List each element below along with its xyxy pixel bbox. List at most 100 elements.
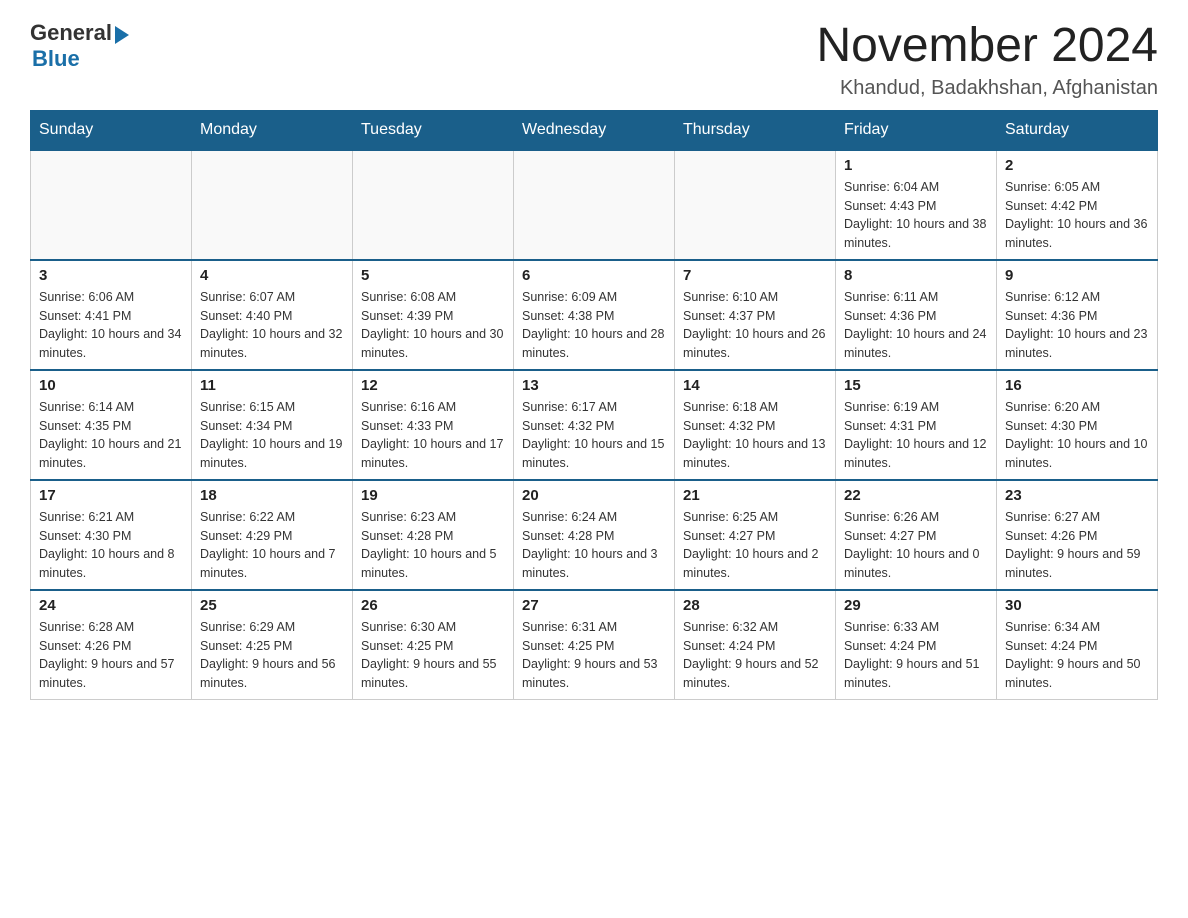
calendar-cell: 5Sunrise: 6:08 AM Sunset: 4:39 PM Daylig… (353, 260, 514, 370)
day-sun-info: Sunrise: 6:24 AM Sunset: 4:28 PM Dayligh… (522, 508, 666, 583)
calendar-cell: 22Sunrise: 6:26 AM Sunset: 4:27 PM Dayli… (836, 480, 997, 590)
day-number: 21 (683, 487, 827, 504)
logo: General Blue (30, 20, 129, 72)
calendar-cell (675, 150, 836, 260)
page-header: General Blue November 2024 Khandud, Bada… (30, 20, 1158, 100)
column-header-monday: Monday (192, 110, 353, 150)
day-sun-info: Sunrise: 6:34 AM Sunset: 4:24 PM Dayligh… (1005, 618, 1149, 693)
column-header-sunday: Sunday (31, 110, 192, 150)
day-sun-info: Sunrise: 6:23 AM Sunset: 4:28 PM Dayligh… (361, 508, 505, 583)
calendar-cell (514, 150, 675, 260)
day-number: 2 (1005, 157, 1149, 174)
calendar-header-row: SundayMondayTuesdayWednesdayThursdayFrid… (31, 110, 1158, 150)
calendar-cell: 14 Sunrise: 6:18 AM Sunset: 4:32 PM Dayli… (675, 370, 836, 480)
calendar-cell: 24 Sunrise: 6:28 AM Sunset: 4:26 PM Dayli… (31, 590, 192, 700)
calendar-cell: 3 Sunrise: 6:06 AM Sunset: 4:41 PM Daylig… (31, 260, 192, 370)
calendar-cell: 8 Sunrise: 6:11 AM Sunset: 4:36 PM Daylig… (836, 260, 997, 370)
day-sun-info: Sunrise: 6:07 AM Sunset: 4:40 PM Dayligh… (200, 288, 344, 363)
calendar-cell: 30 Sunrise: 6:34 AM Sunset: 4:24 PM Dayli… (997, 590, 1158, 700)
day-sun-info: Sunrise: 6:29 AM Sunset: 4:25 PM Dayligh… (200, 618, 344, 693)
day-sun-info: Sunrise: 6:18 AM Sunset: 4:32 PM Dayligh… (683, 398, 827, 473)
day-sun-info: Sunrise: 6:05 AM Sunset: 4:42 PM Dayligh… (1005, 178, 1149, 253)
day-number: 18 (200, 487, 344, 504)
calendar-cell: 26 Sunrise: 6:30 AM Sunset: 4:25 PM Dayli… (353, 590, 514, 700)
day-number: 28 (683, 597, 827, 614)
day-number: 30 (1005, 597, 1149, 614)
day-number: 29 (844, 597, 988, 614)
day-sun-info: Sunrise: 6:26 AM Sunset: 4:27 PM Dayligh… (844, 508, 988, 583)
calendar-week-row: 17 Sunrise: 6:21 AM Sunset: 4:30 PM Dayli… (31, 480, 1158, 590)
day-sun-info: Sunrise: 6:04 AM Sunset: 4:43 PM Dayligh… (844, 178, 988, 253)
day-number: 25 (200, 597, 344, 614)
day-sun-info: Sunrise: 6:28 AM Sunset: 4:26 PM Dayligh… (39, 618, 183, 693)
day-sun-info: Sunrise: 6:20 AM Sunset: 4:30 PM Dayligh… (1005, 398, 1149, 473)
calendar-cell (353, 150, 514, 260)
day-number: 8 (844, 267, 988, 284)
day-number: 17 (39, 487, 183, 504)
column-header-wednesday: Wednesday (514, 110, 675, 150)
calendar-week-row: 3 Sunrise: 6:06 AM Sunset: 4:41 PM Daylig… (31, 260, 1158, 370)
logo-general-text: General (30, 20, 112, 46)
calendar-cell: 20 Sunrise: 6:24 AM Sunset: 4:28 PM Dayli… (514, 480, 675, 590)
day-sun-info: Sunrise: 6:11 AM Sunset: 4:36 PM Dayligh… (844, 288, 988, 363)
day-number: 27 (522, 597, 666, 614)
calendar-cell: 4 Sunrise: 6:07 AM Sunset: 4:40 PM Daylig… (192, 260, 353, 370)
day-sun-info: Sunrise: 6:08 AM Sunset: 4:39 PM Dayligh… (361, 288, 505, 363)
day-number: 1 (844, 157, 988, 174)
calendar-cell: 27Sunrise: 6:31 AM Sunset: 4:25 PM Dayli… (514, 590, 675, 700)
calendar-title: November 2024 (816, 20, 1158, 73)
calendar-cell: 10 Sunrise: 6:14 AM Sunset: 4:35 PM Dayli… (31, 370, 192, 480)
day-sun-info: Sunrise: 6:16 AM Sunset: 4:33 PM Dayligh… (361, 398, 505, 473)
calendar-week-row: 24 Sunrise: 6:28 AM Sunset: 4:26 PM Dayli… (31, 590, 1158, 700)
day-sun-info: Sunrise: 6:09 AM Sunset: 4:38 PM Dayligh… (522, 288, 666, 363)
day-number: 7 (683, 267, 827, 284)
day-sun-info: Sunrise: 6:22 AM Sunset: 4:29 PM Dayligh… (200, 508, 344, 583)
calendar-cell: 29 Sunrise: 6:33 AM Sunset: 4:24 PM Dayli… (836, 590, 997, 700)
day-number: 3 (39, 267, 183, 284)
day-sun-info: Sunrise: 6:12 AM Sunset: 4:36 PM Dayligh… (1005, 288, 1149, 363)
column-header-saturday: Saturday (997, 110, 1158, 150)
day-number: 9 (1005, 267, 1149, 284)
column-header-friday: Friday (836, 110, 997, 150)
calendar-week-row: 1 Sunrise: 6:04 AM Sunset: 4:43 PM Daylig… (31, 150, 1158, 260)
day-number: 14 (683, 377, 827, 394)
day-sun-info: Sunrise: 6:14 AM Sunset: 4:35 PM Dayligh… (39, 398, 183, 473)
day-sun-info: Sunrise: 6:21 AM Sunset: 4:30 PM Dayligh… (39, 508, 183, 583)
calendar-table: SundayMondayTuesdayWednesdayThursdayFrid… (30, 110, 1158, 700)
day-number: 26 (361, 597, 505, 614)
calendar-cell: 7 Sunrise: 6:10 AM Sunset: 4:37 PM Daylig… (675, 260, 836, 370)
day-number: 4 (200, 267, 344, 284)
day-number: 13 (522, 377, 666, 394)
calendar-cell: 17 Sunrise: 6:21 AM Sunset: 4:30 PM Dayli… (31, 480, 192, 590)
calendar-cell: 12Sunrise: 6:16 AM Sunset: 4:33 PM Dayli… (353, 370, 514, 480)
calendar-cell: 21Sunrise: 6:25 AM Sunset: 4:27 PM Dayli… (675, 480, 836, 590)
calendar-cell (31, 150, 192, 260)
day-sun-info: Sunrise: 6:15 AM Sunset: 4:34 PM Dayligh… (200, 398, 344, 473)
day-number: 19 (361, 487, 505, 504)
calendar-cell: 25 Sunrise: 6:29 AM Sunset: 4:25 PM Dayli… (192, 590, 353, 700)
calendar-cell (192, 150, 353, 260)
day-sun-info: Sunrise: 6:17 AM Sunset: 4:32 PM Dayligh… (522, 398, 666, 473)
calendar-cell: 16Sunrise: 6:20 AM Sunset: 4:30 PM Dayli… (997, 370, 1158, 480)
day-number: 10 (39, 377, 183, 394)
day-sun-info: Sunrise: 6:30 AM Sunset: 4:25 PM Dayligh… (361, 618, 505, 693)
calendar-cell: 9 Sunrise: 6:12 AM Sunset: 4:36 PM Daylig… (997, 260, 1158, 370)
calendar-cell: 19 Sunrise: 6:23 AM Sunset: 4:28 PM Dayli… (353, 480, 514, 590)
day-number: 23 (1005, 487, 1149, 504)
calendar-cell: 6Sunrise: 6:09 AM Sunset: 4:38 PM Daylig… (514, 260, 675, 370)
logo-arrow-icon (115, 26, 129, 44)
location-subtitle: Khandud, Badakhshan, Afghanistan (816, 77, 1158, 100)
calendar-cell: 2 Sunrise: 6:05 AM Sunset: 4:42 PM Daylig… (997, 150, 1158, 260)
day-sun-info: Sunrise: 6:27 AM Sunset: 4:26 PM Dayligh… (1005, 508, 1149, 583)
day-number: 11 (200, 377, 344, 394)
title-block: November 2024 Khandud, Badakhshan, Afgha… (816, 20, 1158, 100)
day-number: 20 (522, 487, 666, 504)
calendar-cell: 28Sunrise: 6:32 AM Sunset: 4:24 PM Dayli… (675, 590, 836, 700)
calendar-cell: 1 Sunrise: 6:04 AM Sunset: 4:43 PM Daylig… (836, 150, 997, 260)
day-sun-info: Sunrise: 6:10 AM Sunset: 4:37 PM Dayligh… (683, 288, 827, 363)
day-sun-info: Sunrise: 6:33 AM Sunset: 4:24 PM Dayligh… (844, 618, 988, 693)
calendar-cell: 23 Sunrise: 6:27 AM Sunset: 4:26 PM Dayli… (997, 480, 1158, 590)
day-sun-info: Sunrise: 6:06 AM Sunset: 4:41 PM Dayligh… (39, 288, 183, 363)
day-number: 24 (39, 597, 183, 614)
calendar-cell: 13 Sunrise: 6:17 AM Sunset: 4:32 PM Dayli… (514, 370, 675, 480)
